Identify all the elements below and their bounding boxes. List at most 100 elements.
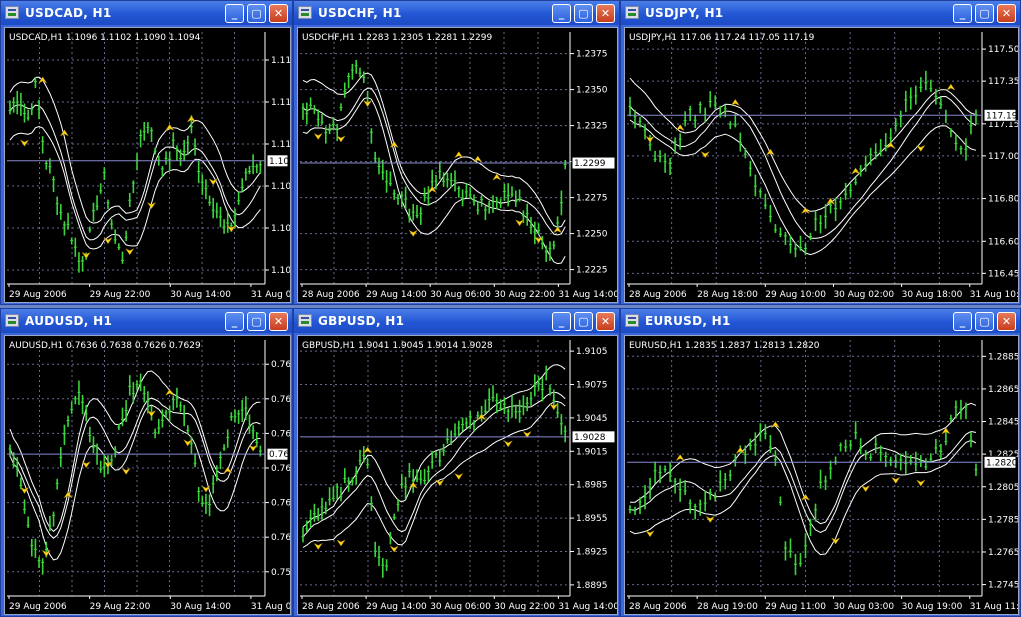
band-lower-line — [9, 125, 261, 250]
close-button[interactable]: ✕ — [596, 312, 615, 331]
window-title: GBPUSD, H1 — [318, 314, 405, 328]
y-tick-label: 116.80 — [988, 195, 1018, 205]
close-button[interactable]: ✕ — [269, 312, 288, 331]
chart-canvas[interactable]: 1.28851.28651.28451.28251.28051.27851.27… — [625, 336, 1018, 614]
x-tick-label: 30 Aug 02:00 — [833, 290, 894, 300]
y-tick-label: 0.7615 — [271, 499, 290, 509]
y-tick-label: 1.9045 — [576, 414, 608, 424]
close-button[interactable]: ✕ — [997, 4, 1016, 23]
price-chart[interactable]: 1.1130 1.1115 1.1100 1.1085 1.1070 1.1055 1.10… — [4, 27, 291, 303]
minimize-button[interactable]: _ — [552, 312, 571, 331]
chart-window-icon[interactable] — [625, 314, 639, 327]
y-tick-label: 0.7595 — [271, 568, 290, 578]
minimize-button[interactable]: _ — [225, 4, 244, 23]
maximize-button[interactable]: ▢ — [247, 4, 266, 23]
window-title: USDCHF, H1 — [318, 6, 402, 20]
fractal-down-arrow-icon — [336, 539, 346, 547]
fractal-down-arrow-icon — [916, 479, 926, 487]
fractal-up-arrow-icon — [473, 155, 483, 163]
minimize-button[interactable]: _ — [953, 4, 972, 23]
chart-canvas[interactable]: 1.9105 1.9075 1.9045 1.9015 1.8985 1.8955 1.89… — [298, 336, 617, 614]
chart-canvas[interactable]: 1.1130 1.1115 1.1100 1.1085 1.1070 1.1055 1.10… — [5, 28, 290, 302]
price-chart[interactable]: 0.7655 0.7645 0.7635 0.7625 0.7615 0.7605 0.75… — [4, 335, 291, 615]
window-titlebar[interactable]: AUDUSD, H1 _ ▢ ✕ — [1, 309, 292, 333]
x-tick-label: 29 Aug 11:00 — [765, 602, 826, 612]
window-titlebar[interactable]: USDCHF, H1 _ ▢ ✕ — [294, 1, 619, 25]
x-tick-label: 28 Aug 2006 — [302, 602, 360, 612]
y-tick-label: 1.2250 — [576, 230, 608, 240]
y-tick-label: 1.1130 — [271, 56, 290, 66]
chart-window-0[interactable]: USDCAD, H1_▢✕ 1.11301.11151.11001.10851.1… — [0, 0, 293, 305]
y-tick-label: 117.50 — [988, 45, 1018, 55]
y-tick-label: 1.2785 — [988, 515, 1018, 525]
minimize-button[interactable]: _ — [953, 312, 972, 331]
close-button[interactable]: ✕ — [596, 4, 615, 23]
chart-window-icon[interactable] — [5, 314, 19, 327]
chart-window-3[interactable]: AUDUSD, H1_▢✕ 0.76550.76450.76350.76250.7… — [0, 308, 293, 617]
y-tick-label: 116.60 — [988, 237, 1018, 247]
fractal-up-arrow-icon — [552, 226, 563, 234]
x-tick-label: 28 Aug 2006 — [302, 290, 360, 300]
y-tick-label: 117.35 — [988, 77, 1018, 87]
x-tick-label: 30 Aug 22:00 — [494, 602, 555, 612]
chart-window-icon[interactable] — [298, 6, 312, 19]
x-tick-label: 29 Aug 2006 — [9, 290, 67, 300]
window-titlebar[interactable]: USDJPY, H1 _ ▢ ✕ — [621, 1, 1020, 25]
x-tick-label: 30 Aug 06:00 — [430, 290, 491, 300]
current-price-label: 1.1094 — [269, 157, 290, 167]
y-tick-label: 1.2845 — [988, 418, 1018, 428]
chart-window-icon[interactable] — [298, 314, 312, 327]
x-tick-label: 29 Aug 14:00 — [366, 602, 427, 612]
y-tick-label: 1.8895 — [576, 581, 608, 591]
chart-window-icon[interactable] — [5, 6, 19, 19]
y-tick-label: 1.9075 — [576, 381, 608, 391]
price-chart[interactable]: 1.2885 1.2865 1.2845 1.2825 1.2805 1.2785 1.27… — [624, 335, 1019, 615]
chart-window-5[interactable]: EURUSD, H1 _ ▢ ✕ 1.2885 1.2865 1.2845 1.2825 1.2… — [620, 308, 1021, 617]
maximize-button[interactable]: ▢ — [574, 312, 593, 331]
current-price-label: 1.2820 — [986, 458, 1018, 468]
window-titlebar[interactable]: GBPUSD, H1 _ ▢ ✕ — [294, 309, 619, 333]
minimize-button[interactable]: _ — [552, 4, 571, 23]
window-titlebar[interactable]: EURUSD, H1 _ ▢ ✕ — [621, 309, 1020, 333]
y-tick-label: 1.1070 — [271, 224, 290, 234]
y-tick-label: 116.45 — [988, 269, 1018, 279]
window-titlebar[interactable]: USDCAD, H1 _ ▢ ✕ — [1, 1, 292, 25]
band-middle-line — [629, 430, 977, 533]
chart-canvas[interactable]: 1.23751.23501.23251.23001.22751.22501.22… — [298, 28, 617, 302]
chart-canvas[interactable]: 0.7655 0.7645 0.7635 0.7625 0.7615 0.7605 0.75… — [5, 336, 290, 614]
price-chart[interactable]: 1.23751.23501.23251.23001.22751.22501.22… — [297, 27, 618, 303]
close-button[interactable]: ✕ — [997, 312, 1016, 331]
fractal-up-arrow-icon — [59, 129, 70, 137]
maximize-button[interactable]: ▢ — [247, 312, 266, 331]
maximize-button[interactable]: ▢ — [975, 312, 994, 331]
close-button[interactable]: ✕ — [269, 4, 288, 23]
fractal-up-arrow-icon — [675, 454, 685, 462]
chart-canvas[interactable]: 117.50117.35117.15117.0000116.80116.6011… — [625, 28, 1018, 302]
maximize-button[interactable]: ▢ — [975, 4, 994, 23]
y-tick-label: 1.8985 — [576, 481, 608, 491]
current-price-label: 1.2299 — [574, 159, 606, 169]
chart-window-2[interactable]: USDJPY, H1_▢✕117.50117.35117.15117.00001… — [620, 0, 1021, 305]
band-upper-line — [302, 364, 566, 528]
maximize-button[interactable]: ▢ — [574, 4, 593, 23]
price-chart[interactable]: 117.50117.35117.15117.0000116.80116.6011… — [624, 27, 1019, 303]
y-tick-label: 1.2805 — [988, 483, 1018, 493]
x-tick-label: 29 Aug 22:00 — [90, 290, 151, 300]
chart-window-icon[interactable] — [625, 6, 639, 19]
y-tick-label: 1.1100 — [271, 140, 290, 150]
fractal-up-arrow-icon — [730, 98, 741, 107]
chart-window-4[interactable]: GBPUSD, H1 _ ▢ ✕ 1.9105 1.9075 1.9045 1.9015 1.8… — [293, 308, 620, 617]
y-tick-label: 1.2885 — [988, 352, 1018, 362]
fractal-up-arrow-icon — [222, 466, 233, 474]
x-tick-label: 31 Aug 06:00 — [251, 290, 290, 300]
price-chart[interactable]: 1.9105 1.9075 1.9045 1.9015 1.8985 1.8955 1.89… — [297, 335, 618, 615]
x-tick-label: 29 Aug 2006 — [9, 602, 67, 612]
chart-window-1[interactable]: USDCHF, H1 _▢✕ 1.23751.23501.23251.23001.2… — [293, 0, 620, 305]
x-tick-label: 30 Aug 14:00 — [170, 290, 231, 300]
band-upper-line — [9, 370, 261, 532]
band-upper-line — [302, 72, 566, 228]
minimize-button[interactable]: _ — [225, 312, 244, 331]
x-tick-label: 29 Aug 22:00 — [90, 602, 151, 612]
fractal-down-arrow-icon — [121, 467, 131, 475]
x-tick-label: 30 Aug 03:00 — [833, 602, 894, 612]
